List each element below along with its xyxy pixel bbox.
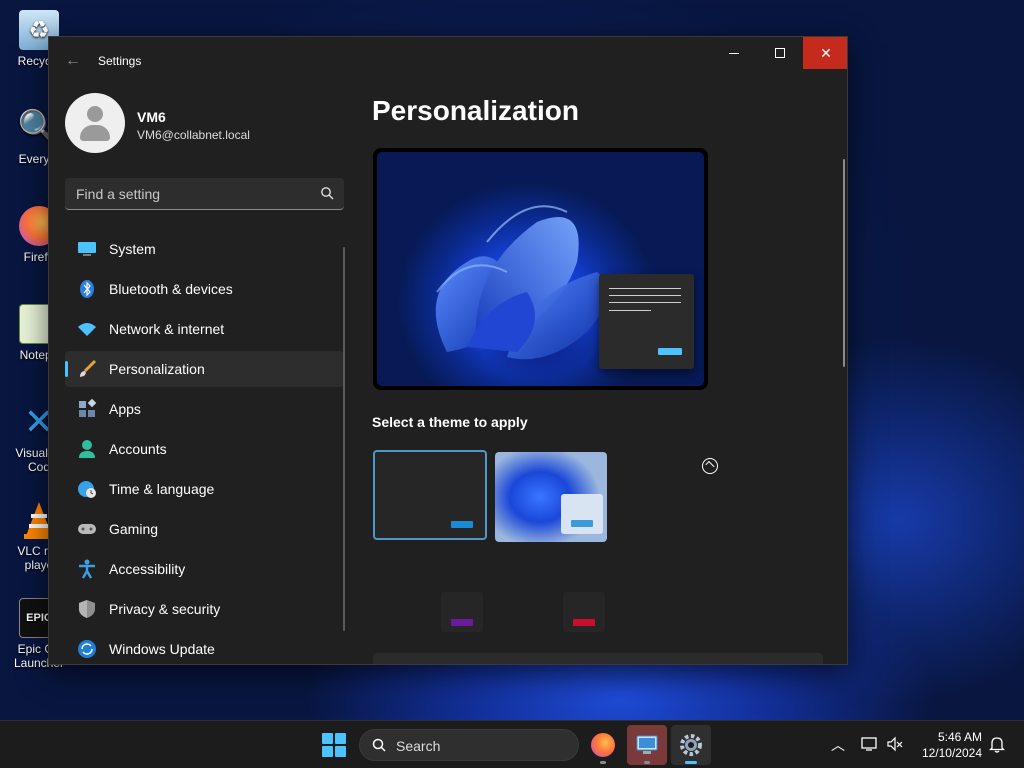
gear-icon [680,734,702,756]
sidebar-item-accounts[interactable]: Accounts [65,431,344,467]
gamepad-icon [77,519,97,539]
search-placeholder: Find a setting [76,186,161,202]
bluetooth-icon [77,279,97,299]
theme-accent-swatch [573,619,595,626]
remote-desktop-icon [636,735,658,754]
minimize-button[interactable] [711,37,757,69]
sidebar-item-time-language[interactable]: Time & language [65,471,344,507]
firefox-icon [591,733,615,757]
sidebar-item-apps[interactable]: Apps [65,391,344,427]
sidebar-item-accessibility[interactable]: Accessibility [65,551,344,587]
themes-heading: Select a theme to apply [372,414,528,430]
sidebar-item-windows-update[interactable]: Windows Update [65,631,344,664]
settings-card-partial[interactable] [373,653,823,664]
sidebar-nav: System Bluetooth & devices Network & int… [65,231,344,664]
taskbar-search[interactable]: Search [359,729,579,761]
theme-accent-swatch [451,619,473,626]
sidebar-item-label: System [109,241,156,257]
theme-tile-dark-purple[interactable] [373,567,487,657]
taskbar-remote-desktop[interactable] [627,725,667,765]
accessibility-icon [77,559,97,579]
globe-clock-icon [77,479,97,499]
clock[interactable]: 5:46 AM 12/10/2024 [912,729,982,761]
clock-time: 5:46 AM [937,730,982,744]
sidebar-scrollbar[interactable] [343,247,345,631]
start-button[interactable] [322,733,346,757]
sidebar-item-label: Personalization [109,361,205,377]
taskbar-settings[interactable] [671,725,711,765]
theme-tile-bloom[interactable] [495,452,607,542]
search-input[interactable]: Find a setting [65,178,344,210]
theme-window-chip [441,592,483,632]
theme-tile-dark[interactable] [373,450,487,540]
theme-tile-light-teal[interactable] [615,567,729,657]
maximize-icon [775,48,785,58]
update-icon [77,639,97,659]
preview-window-mockup [599,274,694,369]
taskbar: Search ︿ 5:46 AM 12/10/2024 [0,720,1024,768]
sidebar-item-personalization[interactable]: Personalization [65,351,344,387]
settings-window: ← Settings ✕ VM6 VM6@collabnet.local Fin… [48,36,848,665]
theme-preview [373,148,708,390]
title-bar[interactable]: ← Settings ✕ [49,37,847,85]
theme-accent-swatch [451,521,473,528]
sidebar-item-label: Privacy & security [109,601,221,617]
page-title: Personalization [372,95,579,126]
apps-icon [77,399,97,419]
shield-icon [77,599,97,619]
sidebar-item-gaming[interactable]: Gaming [65,511,344,547]
sidebar-item-system[interactable]: System [65,231,344,267]
theme-window-chip [561,494,603,534]
bloom-wallpaper-image [435,205,608,360]
network-icon[interactable] [860,735,878,756]
content-scrollbar[interactable] [843,159,845,367]
brush-icon [77,359,97,379]
sidebar-item-bluetooth[interactable]: Bluetooth & devices [65,271,344,307]
sidebar-item-label: Apps [109,401,141,417]
window-title: Settings [98,54,142,68]
sidebar-item-label: Time & language [109,481,215,497]
contrast-theme-icon [702,458,718,474]
user-email: VM6@collabnet.local [137,128,250,142]
theme-accent-swatch [571,520,593,527]
taskbar-firefox[interactable] [583,725,623,765]
system-icon [77,239,97,259]
volume-muted-icon[interactable] [886,735,904,756]
theme-window-chip [563,592,605,632]
back-arrow-icon[interactable]: ← [63,51,83,71]
taskbar-search-label: Search [396,738,441,754]
sidebar-item-label: Bluetooth & devices [109,281,233,297]
wifi-icon [77,319,97,339]
clock-date: 12/10/2024 [921,746,982,760]
minimize-icon [729,52,739,54]
sidebar-item-label: Accounts [109,441,167,457]
sidebar-item-label: Windows Update [109,641,215,657]
sidebar-item-label: Gaming [109,521,159,537]
close-icon: ✕ [820,44,832,61]
accounts-icon [77,439,97,459]
search-icon [321,187,334,200]
maximize-button[interactable] [757,37,803,69]
avatar [65,93,125,153]
notification-bell-icon[interactable] [988,735,1006,756]
theme-tile-dark-red[interactable] [495,567,609,657]
windows-logo-icon [322,733,333,744]
user-name: VM6 [137,109,166,125]
close-button[interactable]: ✕ [803,37,847,69]
sidebar-item-label: Network & internet [109,321,225,337]
chevron-up-icon[interactable]: ︿ [831,735,845,755]
sidebar-item-label: Accessibility [109,561,186,577]
sidebar-item-network[interactable]: Network & internet [65,311,344,347]
search-icon [372,738,386,752]
sidebar-item-privacy[interactable]: Privacy & security [65,591,344,627]
